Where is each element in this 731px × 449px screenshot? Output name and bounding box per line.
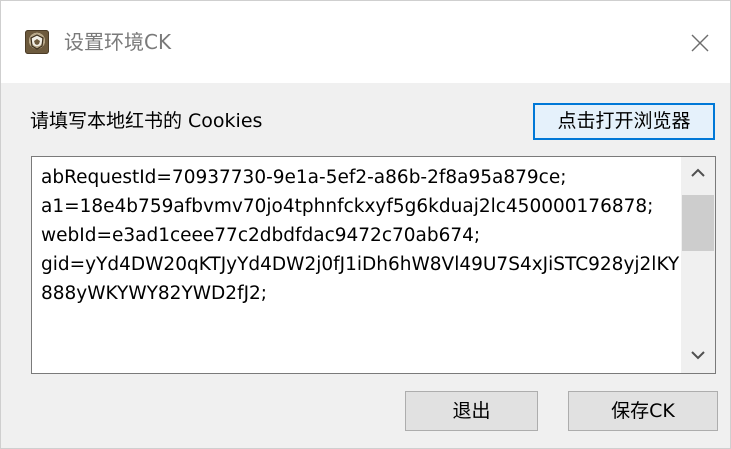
close-button[interactable] xyxy=(682,25,718,61)
chevron-down-icon xyxy=(691,351,705,360)
window-title: 设置环境CK xyxy=(64,30,172,54)
cookies-prompt-label: 请填写本地红书的 Cookies xyxy=(30,110,263,132)
exit-button[interactable]: 退出 xyxy=(405,391,538,431)
cookies-text[interactable]: abRequestId=70937730-9e1a-5ef2-a86b-2f8a… xyxy=(41,163,689,308)
vertical-scrollbar[interactable] xyxy=(681,157,715,373)
dialog-window: 设置环境CK 请填写本地红书的 Cookies 点击打开浏览器 abReques… xyxy=(0,0,731,449)
open-browser-button[interactable]: 点击打开浏览器 xyxy=(533,103,715,140)
scrollbar-thumb[interactable] xyxy=(682,195,714,251)
cookies-textarea[interactable]: abRequestId=70937730-9e1a-5ef2-a86b-2f8a… xyxy=(31,156,716,374)
close-icon xyxy=(691,34,709,52)
save-ck-button[interactable]: 保存CK xyxy=(568,391,718,431)
scroll-down-button[interactable] xyxy=(681,339,715,373)
chevron-up-icon xyxy=(691,168,705,177)
app-emblem-icon xyxy=(25,30,49,54)
title-bar: 设置环境CK xyxy=(1,1,730,83)
scroll-up-button[interactable] xyxy=(681,157,715,191)
